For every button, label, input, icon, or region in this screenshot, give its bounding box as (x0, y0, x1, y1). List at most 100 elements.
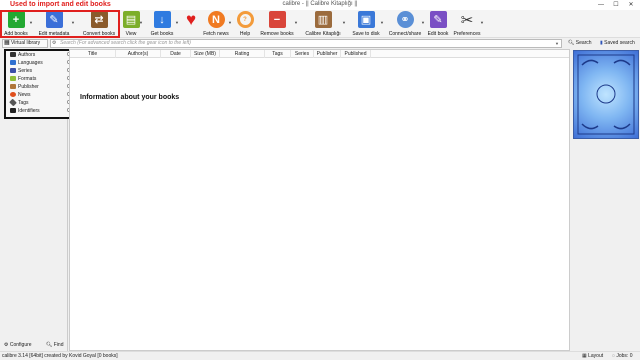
save-to-disk-button[interactable]: ▣ Save to disk ▼ (351, 11, 384, 37)
tag-label: Series (18, 68, 33, 74)
layout-icon: ▦ (582, 353, 587, 359)
remove-books-label: Remove books (260, 31, 294, 37)
help-label: Help (239, 31, 251, 37)
view-dropdown-icon[interactable]: ▼ (139, 20, 143, 25)
view-label: View (125, 31, 137, 37)
search-input[interactable]: ⚙ Search (For advanced search click the … (50, 39, 562, 48)
default-cover-image[interactable] (573, 50, 639, 139)
tag-label: Tags (18, 100, 29, 106)
remove-books-dropdown-icon[interactable]: ▼ (294, 20, 298, 25)
connect-share-label: Connect/share (388, 31, 422, 37)
saved-search-button[interactable]: ▮ Saved search (600, 39, 638, 48)
formats-icon (10, 76, 16, 81)
layout-button[interactable]: ▦ Layout (582, 352, 603, 360)
gear-icon[interactable]: ⚙ (52, 40, 56, 47)
maximize-button[interactable]: ☐ (611, 0, 621, 10)
search-history-dropdown-icon[interactable]: ▼ (555, 40, 559, 47)
preferences-label: Preferences (453, 31, 481, 37)
column-date[interactable]: Date (161, 50, 191, 58)
library-icon: ▥ (314, 11, 332, 28)
saved-search-label: Saved search (604, 40, 635, 46)
view-button[interactable]: ▤ View ▼ (122, 11, 143, 37)
remove-books-icon: − (268, 11, 286, 28)
fetch-news-label: Fetch news (203, 31, 229, 37)
cover-ornament-icon (577, 54, 635, 135)
column-published[interactable]: Published (341, 50, 371, 58)
minimize-button[interactable]: — (596, 0, 606, 10)
get-books-icon: ↓ (153, 11, 171, 28)
find-button[interactable]: 🔍︎ Find (46, 342, 63, 348)
tag-label: Identifiers (18, 108, 40, 114)
tag-item-publisher[interactable]: Publisher0 (10, 83, 73, 91)
close-button[interactable]: ✕ (626, 0, 636, 10)
languages-icon (10, 60, 16, 65)
edit-book-label: Edit book (427, 31, 449, 37)
tag-item-languages[interactable]: Languages0 (10, 59, 73, 67)
column-size[interactable]: Size (MB) (191, 50, 220, 58)
preferences-dropdown-icon[interactable]: ▼ (480, 20, 484, 25)
help-button[interactable]: ? Help (236, 11, 254, 37)
fetch-news-button[interactable]: N Fetch news ▼ (203, 11, 232, 37)
tags-icon (9, 98, 17, 107)
tag-item-formats[interactable]: Formats0 (10, 75, 73, 83)
configure-icon: ⚙ (4, 342, 9, 348)
tag-browser: Authors0 Languages0 Series0 Formats0 Pub… (4, 49, 73, 119)
window-title: calibre - || Calibre Kitaplığı || (282, 1, 358, 7)
save-to-disk-label: Save to disk (352, 31, 380, 37)
view-icon: ▤ (122, 11, 140, 28)
status-bar: calibre 3.14 [64bit] created by Kovid Go… (0, 351, 640, 360)
edit-book-icon: ✎ (429, 11, 447, 28)
column-tags[interactable]: Tags (265, 50, 291, 58)
connect-share-dropdown-icon[interactable]: ▼ (421, 20, 425, 25)
column-rating[interactable]: Rating (220, 50, 265, 58)
tag-item-tags[interactable]: Tags0 (9, 98, 73, 107)
jobs-label: Jobs: 0 (616, 353, 633, 359)
column-publisher[interactable]: Publisher (314, 50, 341, 58)
status-text: calibre 3.14 [64bit] created by Kovid Go… (2, 353, 118, 359)
edit-book-button[interactable]: ✎ Edit book (427, 11, 449, 37)
remove-books-button[interactable]: − Remove books ▼ (259, 11, 298, 37)
jobs-indicator[interactable]: ◌ Jobs: 0 (612, 352, 633, 360)
empty-library-message: Information about your books (80, 94, 180, 101)
identifiers-icon (10, 108, 16, 113)
save-to-disk-dropdown-icon[interactable]: ▼ (380, 20, 384, 25)
authors-icon (10, 52, 16, 57)
tag-item-news[interactable]: News0 (10, 91, 73, 99)
tag-label: Publisher (18, 84, 39, 90)
book-list[interactable]: Title Author(s) Date Size (MB) Rating Ta… (69, 49, 570, 351)
fetch-news-icon: N (207, 11, 225, 28)
preferences-icon: ✂ (460, 11, 474, 29)
column-title[interactable]: Title (70, 50, 116, 58)
import-edit-highlight (0, 10, 120, 38)
search-button[interactable]: 🔍︎ Search (568, 39, 592, 48)
favorite-button[interactable]: ♥ (182, 10, 200, 37)
search-icon: 🔍︎ (568, 40, 575, 46)
library-button[interactable]: ▥ Calibre Kitaplığı ▼ (303, 11, 346, 37)
search-row: ▦ Virtual library ⚙ Search (For advanced… (0, 38, 640, 49)
column-authors[interactable]: Author(s) (116, 50, 161, 58)
get-books-dropdown-icon[interactable]: ▼ (175, 20, 179, 25)
library-label: Calibre Kitaplığı (305, 31, 341, 37)
search-placeholder: Search (For advanced search click the ge… (60, 40, 191, 46)
get-books-button[interactable]: ↓ Get books ▼ (148, 11, 179, 37)
fetch-news-dropdown-icon[interactable]: ▼ (228, 20, 232, 25)
virtual-library-button[interactable]: ▦ Virtual library (2, 39, 48, 48)
tag-item-authors[interactable]: Authors0 (10, 51, 73, 59)
library-dropdown-icon[interactable]: ▼ (342, 20, 346, 25)
tag-item-series[interactable]: Series0 (10, 67, 73, 75)
title-bar: Used to import and edit books calibre - … (0, 0, 640, 10)
tag-label: Formats (18, 76, 37, 82)
configure-button[interactable]: ⚙ Configure (4, 342, 32, 348)
tag-label: News (18, 92, 31, 98)
tag-item-identifiers[interactable]: Identifiers0 (10, 107, 73, 115)
column-series[interactable]: Series (291, 50, 314, 58)
help-icon: ? (236, 11, 254, 28)
series-icon (10, 68, 16, 73)
bookmark-icon: ▮ (600, 40, 603, 46)
tag-label: Languages (18, 60, 43, 66)
virtual-library-label: Virtual library (11, 40, 41, 46)
preferences-button[interactable]: ✂ Preferences ▼ (453, 11, 484, 38)
connect-share-button[interactable]: ⚭ Connect/share ▼ (388, 11, 425, 37)
jobs-spinner-icon: ◌ (612, 353, 615, 359)
find-icon: 🔍︎ (46, 342, 53, 348)
